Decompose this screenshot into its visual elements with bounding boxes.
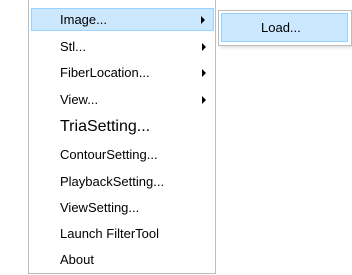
menu-item-label: ViewSetting... — [60, 200, 140, 215]
menu-item-stl[interactable]: Stl... — [31, 35, 214, 58]
menu-item-playbacksetting[interactable]: PlaybackSetting... — [31, 170, 214, 193]
submenu-arrow-icon — [202, 42, 206, 51]
menu-item-label: TriaSetting... — [60, 118, 151, 135]
menu-item-label: Stl... — [60, 39, 87, 54]
context-menu-stage: Image... Stl... FiberLocation... View...… — [0, 0, 352, 275]
context-menu: Image... Stl... FiberLocation... View...… — [28, 0, 216, 274]
menu-item-label: PlaybackSetting... — [60, 174, 165, 189]
menu-item-contoursetting[interactable]: ContourSetting... — [31, 143, 214, 166]
menu-item-label: ContourSetting... — [60, 147, 158, 162]
menu-item-fiberlocation[interactable]: FiberLocation... — [31, 61, 214, 84]
menu-item-label: Image... — [60, 12, 107, 27]
submenu-item-label: Load... — [261, 20, 301, 35]
submenu-arrow-icon — [202, 68, 206, 77]
menu-item-viewsetting[interactable]: ViewSetting... — [31, 196, 214, 219]
image-submenu: Load... — [218, 10, 352, 46]
submenu-arrow-icon — [202, 95, 206, 104]
menu-item-label: View... — [60, 92, 99, 107]
menu-item-view[interactable]: View... — [31, 88, 214, 111]
menu-item-image[interactable]: Image... — [31, 8, 214, 31]
submenu-item-load[interactable]: Load... — [221, 13, 348, 42]
menu-item-launch-filtertool[interactable]: Launch FilterTool — [31, 222, 214, 245]
menu-item-about[interactable]: About — [31, 248, 214, 271]
menu-item-label: About — [60, 252, 94, 267]
menu-item-label: Launch FilterTool — [60, 226, 159, 241]
menu-item-label: FiberLocation... — [60, 65, 150, 80]
submenu-arrow-icon — [201, 15, 205, 24]
menu-item-triasetting[interactable]: TriaSetting... — [31, 114, 214, 140]
